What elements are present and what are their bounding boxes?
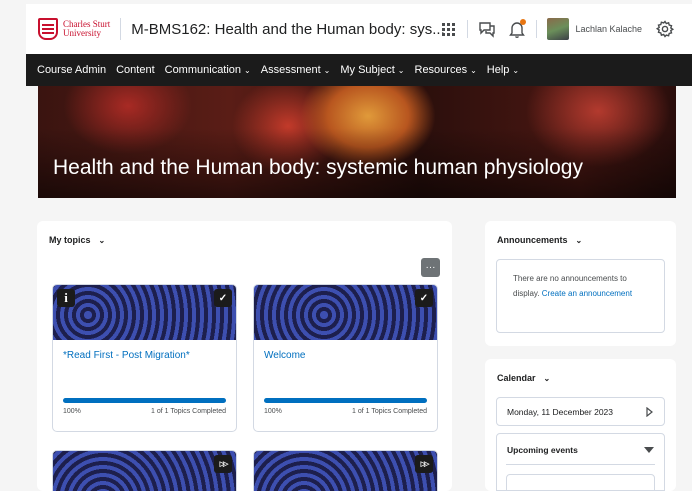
nav-content[interactable]: Content bbox=[116, 64, 155, 76]
topic-card-title[interactable]: *Read First - Post Migration* bbox=[63, 350, 190, 361]
gear-icon[interactable] bbox=[650, 14, 680, 44]
calendar-panel: Calendar ⌄ Monday, 11 December 2023 Upco… bbox=[485, 359, 676, 491]
university-name-line2: University bbox=[63, 28, 101, 38]
nav-label: Resources bbox=[414, 64, 468, 76]
course-title[interactable]: M-BMS162: Health and the Human body: sys… bbox=[131, 21, 444, 38]
nav-course-admin[interactable]: Course Admin bbox=[37, 64, 106, 76]
nav-label: Help bbox=[486, 64, 510, 76]
chevron-down-icon: ⌄ bbox=[470, 65, 477, 75]
header-separator bbox=[467, 20, 469, 38]
topic-card[interactable]: i ✓ *Read First - Post Migration* 100% 1… bbox=[52, 284, 237, 432]
topic-card[interactable]: ▷▷ bbox=[52, 450, 237, 491]
header-divider bbox=[120, 18, 122, 40]
check-icon: ✓ bbox=[415, 289, 433, 307]
calendar-heading[interactable]: Calendar ⌄ bbox=[497, 373, 550, 383]
university-logo[interactable]: Charles Sturt University bbox=[38, 18, 110, 40]
calendar-date: Monday, 11 December 2023 bbox=[507, 406, 613, 417]
topic-progress-percent: 100% bbox=[63, 408, 81, 415]
nav-label: My Subject bbox=[340, 64, 395, 76]
announcements-panel: Announcements ⌄ There are no announcemen… bbox=[485, 221, 676, 346]
chevron-down-icon: ⌄ bbox=[512, 65, 520, 75]
fast-forward-icon: ▷▷ bbox=[214, 455, 232, 473]
topic-card[interactable]: ✓ Welcome 100% 1 of 1 Topics Completed bbox=[253, 284, 438, 432]
topic-progress-bar bbox=[63, 398, 226, 403]
more-options-button[interactable]: ··· bbox=[421, 258, 440, 277]
calendar-date-selector[interactable]: Monday, 11 December 2023 bbox=[496, 397, 665, 426]
nav-resources[interactable]: Resources ⌄ bbox=[415, 64, 477, 76]
events-divider bbox=[506, 464, 655, 465]
upcoming-events-box: Upcoming events bbox=[496, 433, 665, 491]
calendar-label: Calendar bbox=[497, 373, 536, 383]
topic-progress-percent: 100% bbox=[264, 408, 282, 415]
announcements-heading[interactable]: Announcements ⌄ bbox=[497, 235, 582, 245]
my-topics-label: My topics bbox=[49, 235, 91, 245]
info-icon: i bbox=[57, 289, 75, 307]
bell-icon[interactable] bbox=[502, 14, 532, 44]
apps-grid-icon[interactable] bbox=[433, 14, 463, 44]
my-topics-heading[interactable]: My topics ⌄ bbox=[49, 235, 105, 245]
nav-label: Communication bbox=[164, 64, 242, 76]
nav-label: Assessment bbox=[260, 64, 321, 76]
chevron-down-icon: ⌄ bbox=[543, 373, 551, 383]
announcements-label: Announcements bbox=[497, 235, 568, 245]
my-topics-panel: My topics ⌄ ··· i ✓ *Read First - Post M… bbox=[37, 221, 452, 491]
message-icon[interactable] bbox=[472, 14, 502, 44]
topic-progress-fill bbox=[264, 398, 427, 403]
caret-down-icon[interactable] bbox=[644, 447, 654, 453]
create-announcement-link[interactable]: Create an announcement bbox=[542, 289, 632, 298]
avatar[interactable] bbox=[547, 18, 570, 40]
check-icon: ✓ bbox=[214, 289, 232, 307]
notification-dot bbox=[520, 19, 527, 25]
announcements-box: There are no announcements to display. C… bbox=[496, 259, 665, 333]
topic-progress-fill bbox=[63, 398, 226, 403]
topic-card[interactable]: ▷▷ bbox=[253, 450, 438, 491]
topic-progress-text: 1 of 1 Topics Completed bbox=[352, 408, 427, 415]
next-arrow-icon[interactable] bbox=[646, 406, 654, 417]
chevron-down-icon: ⌄ bbox=[397, 65, 405, 75]
university-name: Charles Sturt University bbox=[63, 20, 110, 38]
chevron-down-icon: ⌄ bbox=[244, 65, 251, 75]
top-header: Charles Sturt University M-BMS162: Healt… bbox=[26, 4, 692, 54]
nav-communication[interactable]: Communication ⌄ bbox=[165, 64, 251, 76]
topic-card-title[interactable]: Welcome bbox=[264, 350, 306, 361]
header-actions: Lachlan Kalache bbox=[433, 4, 680, 54]
upcoming-events-heading[interactable]: Upcoming events bbox=[507, 445, 578, 455]
chevron-down-icon: ⌄ bbox=[98, 235, 106, 245]
topic-card-image: i ✓ bbox=[53, 285, 236, 340]
user-name[interactable]: Lachlan Kalache bbox=[575, 24, 642, 34]
nav-assessment[interactable]: Assessment ⌄ bbox=[261, 64, 331, 76]
nav-label: Content bbox=[116, 64, 155, 76]
events-list bbox=[506, 474, 655, 491]
chevron-down-icon: ⌄ bbox=[323, 65, 331, 75]
banner-title: Health and the Human body: systemic huma… bbox=[53, 156, 583, 179]
chevron-down-icon: ⌄ bbox=[575, 235, 583, 245]
topic-card-image: ▷▷ bbox=[53, 451, 236, 491]
course-navbar: Course Admin Content Communication ⌄ Asse… bbox=[26, 54, 692, 86]
university-crest-icon bbox=[38, 18, 58, 40]
header-separator bbox=[536, 20, 538, 38]
topic-card-image: ▷▷ bbox=[254, 451, 437, 491]
nav-help[interactable]: Help ⌄ bbox=[487, 64, 519, 76]
topic-progress-text: 1 of 1 Topics Completed bbox=[151, 408, 226, 415]
nav-my-subject[interactable]: My Subject ⌄ bbox=[340, 64, 404, 76]
fast-forward-icon: ▷▷ bbox=[415, 455, 433, 473]
nav-label: Course Admin bbox=[37, 64, 107, 76]
course-banner: Health and the Human body: systemic huma… bbox=[38, 86, 676, 198]
topic-card-image: ✓ bbox=[254, 285, 437, 340]
topic-progress-bar bbox=[264, 398, 427, 403]
